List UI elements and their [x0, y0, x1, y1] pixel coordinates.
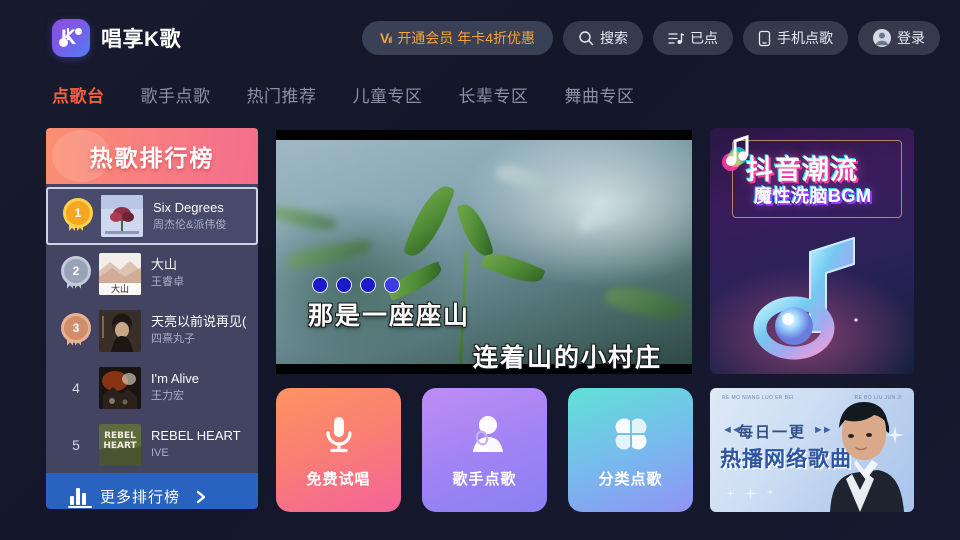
vip-badge-icon: Vıl — [379, 30, 392, 46]
list-item[interactable]: 2 大山 大山 王睿卓 — [46, 245, 258, 302]
tab-zhangbei-zhuanqu[interactable]: 长辈专区 — [459, 80, 529, 109]
category-order-card[interactable]: 分类点歌 — [568, 388, 693, 512]
song-artist: 王力宏 — [151, 390, 184, 402]
brand-name: 唱享K歌 — [101, 28, 182, 51]
song-artist: 周杰伦&派伟俊 — [153, 218, 227, 231]
song-title: 大山 — [151, 257, 178, 272]
singer-order-card[interactable]: 歌手点歌 — [422, 388, 547, 512]
rank-number: 4 — [72, 379, 80, 396]
phone-icon — [758, 30, 771, 47]
album-cover — [99, 366, 141, 409]
douyin-3d-note-icon — [753, 237, 858, 360]
tab-geshoudiange[interactable]: 歌手点歌 — [141, 80, 211, 109]
microphone-icon — [325, 416, 352, 452]
medal-gold-icon: 1 — [64, 201, 92, 231]
list-item[interactable]: 4 I'm Alive 王力宏 — [46, 359, 258, 416]
header-actions: Vıl 开通会员 年卡4折优惠 搜索 已点 手机点歌 登录 — [361, 21, 940, 55]
playlist-icon — [668, 31, 684, 46]
bar-chart-icon — [68, 488, 92, 508]
singer-order-label: 歌手点歌 — [452, 470, 517, 488]
karaoke-k-logo-icon: K — [52, 19, 90, 57]
played-list-label: 已点 — [690, 30, 718, 46]
promo-daily-topleft: RE MO NIANG LUO ER BEI — [722, 395, 794, 401]
chevron-right-icon — [196, 490, 206, 503]
promo-card-daily[interactable]: RE MO NIANG LUO ER BEI RE BO LIU JUN JI … — [710, 388, 914, 512]
phone-order-button[interactable]: 手机点歌 — [743, 21, 848, 55]
rank-list: 1 Six Degrees 周杰伦&派伟俊 2 大山 大山 王睿卓 3 天亮以前… — [46, 184, 258, 473]
search-button-label: 搜索 — [600, 30, 628, 46]
tab-wuqu-zhuanqu[interactable]: 舞曲专区 — [565, 80, 635, 109]
played-list-button[interactable]: 已点 — [653, 21, 733, 55]
svg-text:REBEL: REBEL — [104, 431, 136, 441]
song-title: I'm Alive — [151, 371, 199, 386]
tab-ertong-zhuanqu[interactable]: 儿童专区 — [353, 80, 423, 109]
song-title: Six Degrees — [153, 199, 224, 215]
search-icon — [578, 30, 594, 46]
lyric-line-1: 那是一座座山 — [308, 302, 471, 330]
singer-photo — [830, 402, 904, 512]
promo-douyin-subtitle: 魔性洗脑BGM — [754, 186, 872, 206]
album-cover: REBEL HEART — [99, 423, 141, 466]
song-artist: 王睿卓 — [151, 276, 184, 288]
vip-banner-button[interactable]: Vıl 开通会员 年卡4折优惠 — [361, 21, 553, 55]
more-rank-button[interactable]: 更多排行榜 — [46, 473, 258, 509]
medal-bronze-icon: 3 — [62, 315, 90, 346]
singer-icon — [472, 415, 503, 452]
lyric-line-2: 连着山的小村庄 — [472, 344, 662, 372]
song-title: REBEL HEART — [151, 428, 241, 443]
svg-text:HEART: HEART — [103, 441, 137, 451]
free-trial-sing-card[interactable]: 免费试唱 — [276, 388, 401, 512]
promo-daily-title: 每日一更 — [738, 424, 807, 441]
rank-number: 5 — [72, 436, 80, 453]
rank-number: 2 — [64, 258, 88, 283]
svg-text:大山: 大山 — [111, 283, 129, 295]
hot-song-rank-panel: 热歌排行榜 1 Six Degrees 周杰伦&派伟俊 2 大山 大山 王睿卓 … — [46, 128, 258, 509]
rank-number: 3 — [64, 315, 88, 340]
song-title: 天亮以前说再见( — [151, 314, 247, 329]
list-item[interactable]: 3 天亮以前说再见( 四熹丸子 — [46, 302, 258, 359]
vip-banner-label: 开通会员 年卡4折优惠 — [397, 30, 535, 46]
promo-card-douyin[interactable]: 抖音潮流 魔性洗脑BGM — [710, 128, 914, 374]
brand: K 唱享K歌 — [52, 19, 181, 57]
action-card-row: 免费试唱 歌手点歌 分类点歌 — [276, 388, 693, 512]
main-nav: 点歌台 歌手点歌 热门推荐 儿童专区 长辈专区 舞曲专区 — [52, 80, 635, 109]
tab-dianggetai[interactable]: 点歌台 — [52, 80, 105, 109]
list-item[interactable]: 5 REBEL HEART REBEL HEART IVE — [46, 416, 258, 473]
login-button[interactable]: 登录 — [858, 21, 940, 55]
rank-number: 1 — [66, 201, 90, 225]
search-button[interactable]: 搜索 — [563, 21, 643, 55]
album-cover — [99, 309, 141, 352]
song-artist: 四熹丸子 — [151, 333, 195, 345]
tab-remen-tuijian[interactable]: 热门推荐 — [247, 80, 317, 109]
rank-panel-title: 热歌排行榜 — [89, 145, 215, 171]
category-order-label: 分类点歌 — [598, 470, 663, 488]
album-cover: 大山 — [99, 252, 141, 295]
album-cover — [101, 195, 143, 237]
free-trial-sing-label: 免费试唱 — [306, 470, 371, 488]
login-label: 登录 — [897, 30, 925, 46]
medal-silver-icon: 2 — [62, 258, 90, 289]
rank-panel-header: 热歌排行榜 — [46, 128, 258, 184]
app-header: K 唱享K歌 Vıl 开通会员 年卡4折优惠 搜索 已点 手机点歌 登录 — [0, 0, 960, 76]
category-flower-icon — [615, 418, 646, 449]
more-rank-label: 更多排行榜 — [100, 489, 181, 506]
lyric-countdown-dots — [312, 277, 400, 293]
list-item[interactable]: 1 Six Degrees 周杰伦&派伟俊 — [46, 187, 258, 245]
video-player[interactable]: 那是一座座山 连着山的小村庄 — [276, 130, 692, 374]
phone-order-label: 手机点歌 — [777, 30, 833, 46]
user-avatar-icon — [873, 29, 891, 47]
karaoke-app-root: K 唱享K歌 Vıl 开通会员 年卡4折优惠 搜索 已点 手机点歌 登录 点歌台… — [0, 0, 960, 540]
song-artist: IVE — [151, 447, 169, 459]
